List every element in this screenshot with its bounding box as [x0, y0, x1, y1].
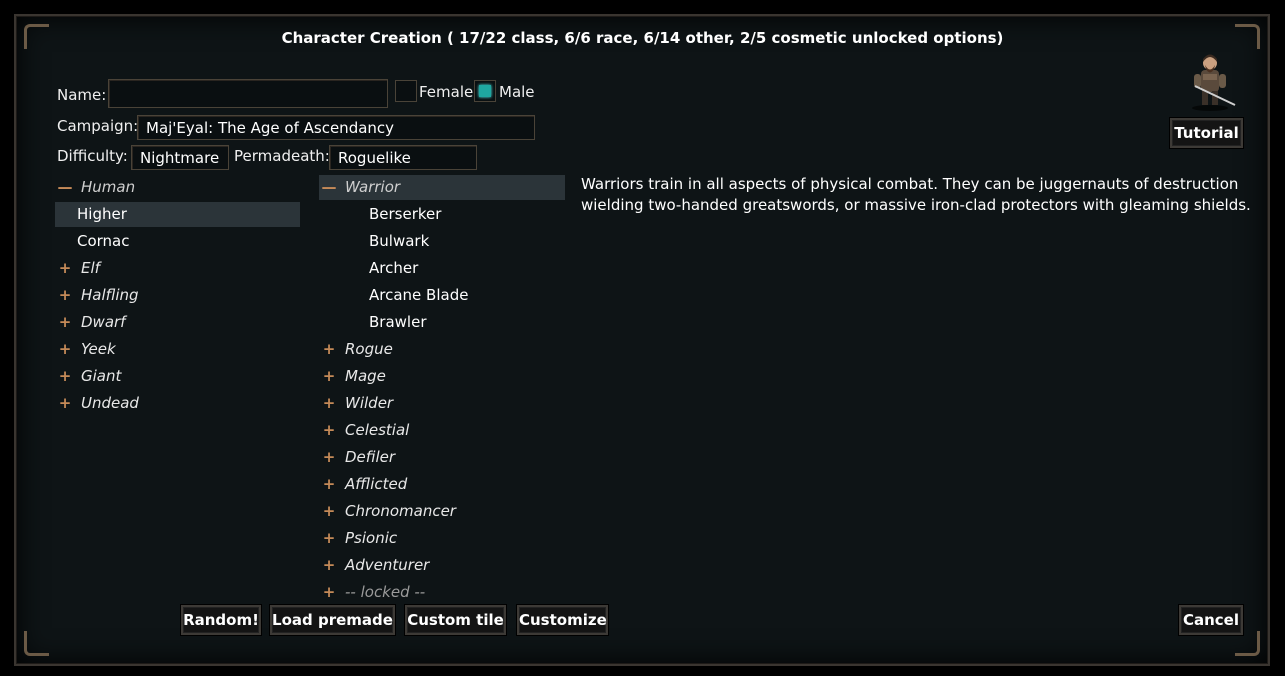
plus-icon[interactable]: + [321, 553, 337, 578]
plus-icon[interactable]: + [57, 310, 73, 335]
warrior-avatar-icon [1192, 54, 1236, 111]
tree-category[interactable]: + Dwarf [57, 310, 126, 335]
name-input[interactable] [108, 79, 388, 108]
female-label: Female [419, 83, 474, 101]
difficulty-label: Difficulty: [57, 147, 128, 165]
tree-category[interactable]: + Mage [321, 364, 386, 389]
tree-item-label: Yeek [81, 340, 116, 358]
plus-icon[interactable]: + [57, 283, 73, 308]
corner-ornament [24, 631, 49, 656]
tree-category[interactable]: + Rogue [321, 337, 393, 362]
tree-category[interactable]: + Yeek [57, 337, 116, 362]
tree-item-label: Celestial [345, 421, 410, 439]
tree-item-label: Dwarf [81, 313, 126, 331]
tree-item-label: Berserker [369, 205, 442, 223]
minus-icon[interactable]: — [321, 175, 337, 200]
tree-category[interactable]: — Human [57, 175, 136, 200]
tree-item-label: Brawler [369, 313, 427, 331]
load-premade-button[interactable]: Load premade [270, 605, 395, 635]
tree-item[interactable]: Archer [369, 256, 418, 281]
tree-item[interactable]: Berserker [369, 202, 441, 227]
tree-item-label: Wilder [345, 394, 394, 412]
tree-category[interactable]: + Halfling [57, 283, 139, 308]
plus-icon[interactable]: + [321, 499, 337, 524]
tree-item-label: Archer [369, 259, 419, 277]
campaign-label: Campaign: [57, 117, 139, 135]
class-description: Warriors train in all aspects of physica… [581, 175, 1251, 214]
tree-item-label: Cornac [77, 232, 130, 250]
tree-item[interactable]: Higher [77, 202, 127, 227]
tree-item-label: Afflicted [345, 475, 408, 493]
plus-icon[interactable]: + [57, 364, 73, 389]
tree-item-label: Psionic [345, 529, 398, 547]
tree-item-label: Adventurer [345, 556, 430, 574]
tree-item-label: Rogue [345, 340, 393, 358]
tutorial-button[interactable]: Tutorial [1170, 118, 1243, 148]
tree-category[interactable]: + Giant [57, 364, 122, 389]
plus-icon[interactable]: + [321, 472, 337, 497]
tree-item-label: Bulwark [369, 232, 430, 250]
custom-tile-button[interactable]: Custom tile [405, 605, 506, 635]
tree-item-label: Defiler [345, 448, 396, 466]
tree-item-label: Mage [345, 367, 386, 385]
name-label: Name: [57, 86, 107, 104]
tree-category[interactable]: — Warrior [321, 175, 401, 200]
tree-item-label: Arcane Blade [369, 286, 469, 304]
plus-icon[interactable]: + [321, 580, 337, 605]
tree-item[interactable]: Brawler [369, 310, 426, 335]
male-label: Male [499, 83, 535, 101]
tree-category[interactable]: + Adventurer [321, 553, 430, 578]
tree-category[interactable]: + Chronomancer [321, 499, 456, 524]
tree-item-label: -- locked -- [345, 583, 426, 601]
dialog-title: Character Creation ( 17/22 class, 6/6 ra… [281, 29, 1004, 47]
tree-category[interactable]: + Defiler [321, 445, 395, 470]
tree-item-label: Human [81, 178, 136, 196]
cancel-button[interactable]: Cancel [1179, 605, 1243, 635]
plus-icon[interactable]: + [321, 391, 337, 416]
tree-item-label: Undead [81, 394, 139, 412]
tree-category[interactable]: + Celestial [321, 418, 410, 443]
tree-item-label: Chronomancer [345, 502, 456, 520]
female-checkbox[interactable] [395, 80, 417, 102]
plus-icon[interactable]: + [321, 445, 337, 470]
tree-category[interactable]: + Wilder [321, 391, 393, 416]
customize-button[interactable]: Customize [517, 605, 608, 635]
permadeath-label: Permadeath: [234, 147, 330, 165]
tree-item[interactable]: Cornac [77, 229, 130, 254]
tree-item-label: Halfling [81, 286, 139, 304]
plus-icon[interactable]: + [57, 337, 73, 362]
tree-item-label: Higher [77, 205, 127, 223]
dialog-frame [14, 14, 1270, 666]
tree-item[interactable]: Arcane Blade [369, 283, 468, 308]
plus-icon[interactable]: + [57, 256, 73, 281]
tree-category[interactable]: + Psionic [321, 526, 397, 551]
difficulty-select[interactable]: Nightmare [131, 145, 229, 170]
permadeath-select[interactable]: Roguelike [329, 145, 477, 170]
male-checkbox[interactable] [474, 80, 496, 102]
plus-icon[interactable]: + [321, 337, 337, 362]
plus-icon[interactable]: + [321, 364, 337, 389]
tree-category[interactable]: + Afflicted [321, 472, 408, 497]
tree-category[interactable]: + -- locked -- [321, 580, 426, 605]
tree-category[interactable]: + Undead [57, 391, 139, 416]
plus-icon[interactable]: + [57, 391, 73, 416]
tree-item-label: Elf [81, 259, 100, 277]
campaign-select[interactable]: Maj'Eyal: The Age of Ascendancy [137, 115, 535, 140]
plus-icon[interactable]: + [321, 418, 337, 443]
tree-category[interactable]: + Elf [57, 256, 100, 281]
plus-icon[interactable]: + [321, 526, 337, 551]
tree-item-label: Warrior [345, 178, 401, 196]
tree-item[interactable]: Bulwark [369, 229, 429, 254]
minus-icon[interactable]: — [57, 175, 73, 200]
random-button[interactable]: Random! [181, 605, 261, 635]
tree-item-label: Giant [81, 367, 122, 385]
